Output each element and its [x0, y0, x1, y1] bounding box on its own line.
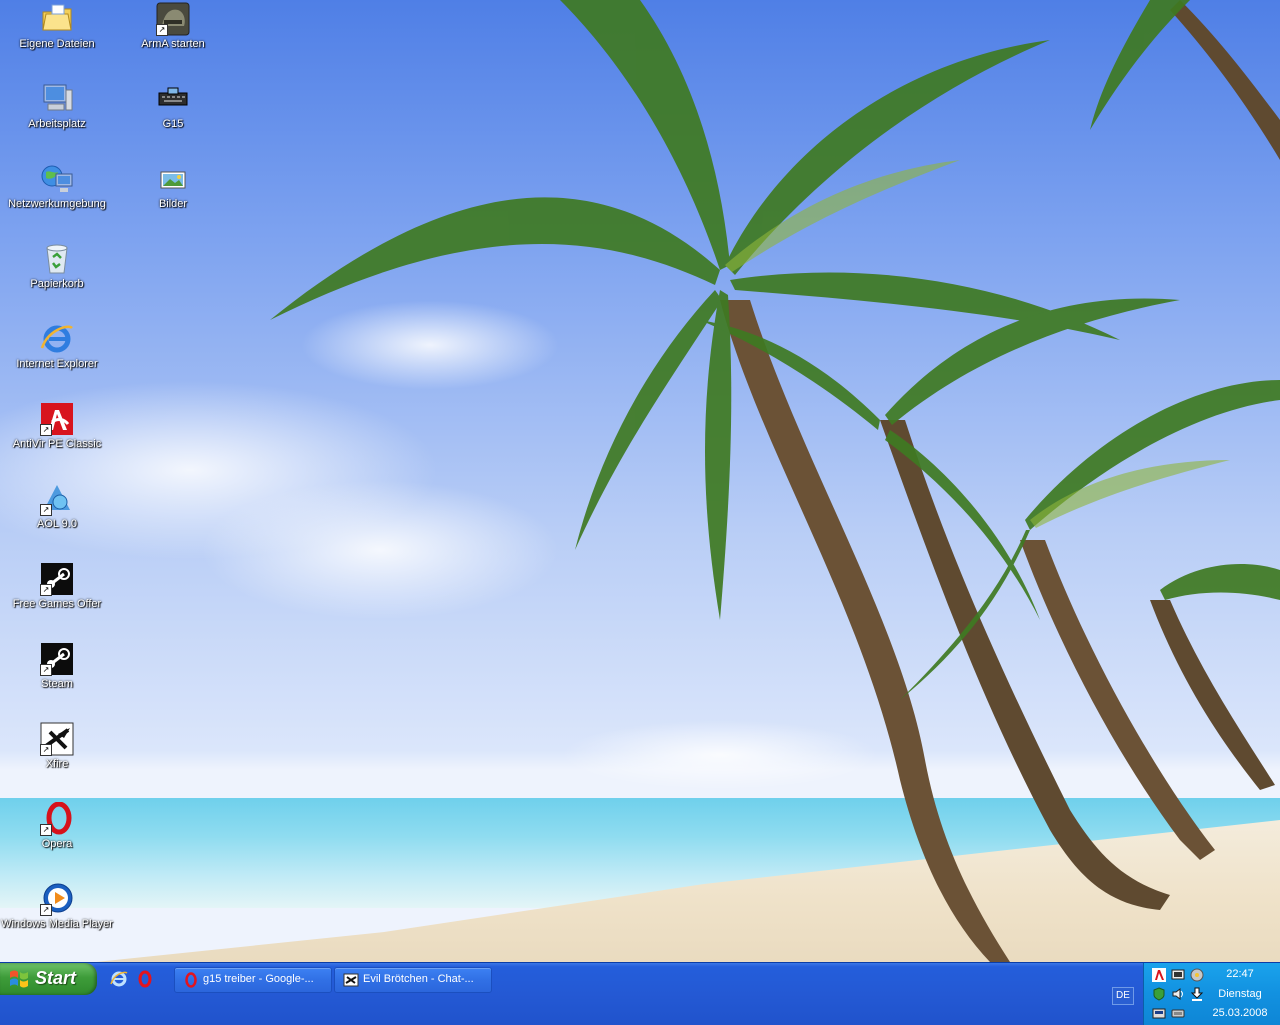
my-documents-folder-icon	[40, 2, 74, 36]
taskbar-button-chat[interactable]: Evil Brötchen - Chat-...	[334, 967, 492, 993]
windows-flag-icon	[10, 970, 28, 988]
start-button[interactable]: Start	[0, 963, 97, 995]
desktop-icon-label: Windows Media Player	[1, 918, 113, 930]
desktop-icon-arma-starten[interactable]: ↗ ArmA starten	[116, 2, 230, 51]
desktop-icon-windows-media-player[interactable]: ↗ Windows Media Player	[0, 882, 114, 931]
wallpaper-palms	[270, 0, 1280, 962]
desktop-icon-bilder[interactable]: Bilder	[116, 162, 230, 211]
desktop-icon-xfire[interactable]: ↗ Xfire	[0, 722, 114, 771]
shortcut-arrow-icon: ↗	[40, 424, 52, 436]
start-button-label: Start	[35, 968, 77, 988]
internet-explorer-icon	[40, 322, 74, 356]
desktop-icon-label: Free Games Offer	[12, 598, 102, 610]
desktop-icon-label: Netzwerkumgebung	[8, 198, 106, 210]
desktop-icon-opera[interactable]: ↗ Opera	[0, 801, 114, 851]
desktop-icon-internet-explorer[interactable]: Internet Explorer	[0, 322, 114, 371]
desktop-icon-g15[interactable]: G15	[116, 82, 230, 131]
desktop-icon-free-games-offer[interactable]: ↗ Free Games Offer	[0, 562, 114, 611]
shortcut-arrow-icon: ↗	[40, 504, 52, 516]
desktop-icon-label: Bilder	[158, 198, 188, 210]
shortcut-arrow-icon: ↗	[40, 744, 52, 756]
desktop-icon-label: AntiVir PE Classic	[12, 438, 102, 450]
shortcut-arrow-icon: ↗	[40, 584, 52, 596]
opera-icon	[185, 972, 197, 988]
quicklaunch-opera-icon[interactable]	[136, 970, 154, 988]
media-player-icon: ↗	[40, 882, 74, 916]
taskbar-button-label: g15 treiber - Google-...	[203, 973, 314, 985]
desktop-icon-label: Opera	[41, 838, 73, 850]
desktop-icon-label: Steam	[41, 678, 73, 690]
desktop-icon-label: Internet Explorer	[16, 358, 98, 370]
volume-tray-icon[interactable]	[1171, 987, 1185, 1001]
desktop-icon-label: Arbeitsplatz	[28, 118, 86, 130]
desktop-icon-aol[interactable]: ↗ AOL 9.0	[0, 482, 114, 531]
desktop-icon-eigene-dateien[interactable]: Eigene Dateien	[0, 2, 114, 51]
taskbar: Start g15 treiber - Google-... Evil Bröt…	[0, 962, 1280, 1025]
desktop-icon-arbeitsplatz[interactable]: Arbeitsplatz	[0, 82, 114, 131]
desktop-icon-label: Xfire	[45, 758, 69, 770]
monitor-tray-icon[interactable]	[1171, 968, 1185, 982]
system-tray: 22:47 Dienstag 25.03.2008	[1143, 963, 1280, 1025]
network-places-icon	[40, 162, 74, 196]
desktop-icon-label: Papierkorb	[30, 278, 84, 290]
shortcut-arrow-icon: ↗	[40, 664, 52, 676]
desktop-icon-papierkorb[interactable]: Papierkorb	[0, 242, 114, 291]
language-indicator[interactable]: DE	[1112, 987, 1134, 1005]
desktop-icon-label: ArmA starten	[141, 38, 205, 50]
taskbar-button-label: Evil Brötchen - Chat-...	[363, 973, 474, 985]
taskbar-button-opera-google[interactable]: g15 treiber - Google-...	[174, 967, 332, 993]
arma-game-icon: ↗	[156, 2, 190, 36]
device-tray-icon[interactable]	[1171, 1006, 1185, 1020]
desktop-icon-antivir[interactable]: ↗ AntiVir PE Classic	[0, 402, 114, 451]
desktop-icon-label: Eigene Dateien	[19, 38, 95, 50]
antivir-umbrella-icon: ↗	[40, 402, 74, 436]
opera-icon: ↗	[40, 801, 74, 836]
steam-icon: ↗	[40, 642, 74, 676]
aol-icon: ↗	[40, 482, 74, 516]
desktop-icon-label: G15	[162, 118, 184, 130]
clock-date: 25.03.2008	[1212, 1007, 1268, 1019]
clock-weekday: Dienstag	[1218, 988, 1262, 1000]
shortcut-arrow-icon: ↗	[40, 824, 52, 836]
my-computer-icon	[40, 82, 74, 116]
network-tray-icon[interactable]	[1152, 1006, 1166, 1020]
steam-icon: ↗	[40, 562, 74, 596]
pictures-icon	[156, 162, 190, 196]
xfire-icon: ↗	[40, 722, 74, 756]
clock-time[interactable]: 22:47	[1202, 968, 1278, 980]
desktop-icon-steam[interactable]: ↗ Steam	[0, 642, 114, 691]
recycle-bin-icon	[40, 242, 74, 276]
antivir-tray-icon[interactable]	[1152, 968, 1166, 982]
g15-keyboard-icon	[156, 82, 190, 116]
shortcut-arrow-icon: ↗	[156, 24, 168, 36]
chat-window-icon	[343, 973, 359, 987]
shortcut-arrow-icon: ↗	[40, 904, 52, 916]
desktop-icon-label: AOL 9.0	[37, 518, 77, 530]
shield-tray-icon[interactable]	[1152, 987, 1166, 1001]
desktop: Eigene Dateien Arbeitsplatz Netzwerkumge…	[0, 0, 1280, 962]
quicklaunch-internet-explorer-icon[interactable]	[110, 970, 128, 988]
desktop-icon-netzwerkumgebung[interactable]: Netzwerkumgebung	[0, 162, 114, 211]
